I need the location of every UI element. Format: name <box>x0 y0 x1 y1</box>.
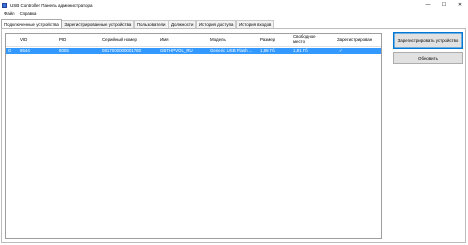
column-header-size[interactable]: Размер <box>260 37 275 43</box>
window-controls: — ☐ ✕ <box>420 0 468 10</box>
cell-serial: 0817000000001780 <box>102 48 142 53</box>
cell-size: 1,88 Гб <box>260 48 275 53</box>
cell-free-space: 1,81 Гб <box>293 48 308 53</box>
window-title: USB Controller Панель администратора <box>10 2 93 8</box>
column-header-registered[interactable]: Зарегистрирован <box>337 37 372 43</box>
app-icon <box>2 2 7 8</box>
minimize-button[interactable]: — <box>420 0 436 10</box>
column-header-pid[interactable]: PID <box>59 37 66 43</box>
tab-positions[interactable]: Должности <box>168 20 197 28</box>
cell-pid: 8005 <box>59 48 69 53</box>
menu-bar: Файл Справка <box>0 10 468 17</box>
tab-bar: Подключенные устройства Зарегистрированн… <box>1 19 275 28</box>
tab-users[interactable]: Пользователи <box>133 20 169 28</box>
column-header-free-space[interactable]: Свободное место <box>293 34 327 45</box>
tab-connected-devices[interactable]: Подключенные устройства <box>1 19 62 28</box>
column-header-name[interactable]: Имя <box>160 37 169 43</box>
cell-model: Generic USB Flash ... <box>210 48 253 53</box>
tab-registered-devices[interactable]: Зарегистрированные устройства <box>61 20 135 28</box>
cell-vid: 8644 <box>20 48 30 53</box>
refresh-button[interactable]: Обновить <box>393 52 463 64</box>
tab-panel: VID PID Серийный номер Имя Модель Размер… <box>1 28 466 243</box>
cell-name: GBTHPVOL_RU <box>160 48 193 53</box>
row-marker: G <box>8 48 12 53</box>
menu-file[interactable]: Файл <box>4 11 15 16</box>
close-button[interactable]: ✕ <box>452 0 468 10</box>
maximize-button[interactable]: ☐ <box>436 0 452 10</box>
column-header-serial[interactable]: Серийный номер <box>102 37 137 43</box>
devices-table[interactable]: VID PID Серийный номер Имя Модель Размер… <box>5 33 382 239</box>
table-row[interactable]: G 8644 8005 0817000000001780 GBTHPVOL_RU… <box>6 48 381 54</box>
tab-login-history[interactable]: История входов <box>235 20 275 28</box>
tab-access-history[interactable]: История доступа <box>195 20 237 28</box>
column-header-model[interactable]: Модель <box>210 37 226 43</box>
cell-registered-check: ✓ <box>339 48 343 53</box>
title-bar: USB Controller Панель администратора — ☐… <box>0 0 468 10</box>
column-header-vid[interactable]: VID <box>20 37 27 43</box>
register-device-button[interactable]: Зарегистрировать устройство <box>393 32 463 49</box>
menu-help[interactable]: Справка <box>20 11 37 16</box>
table-header: VID PID Серийный номер Имя Модель Размер… <box>6 34 381 47</box>
